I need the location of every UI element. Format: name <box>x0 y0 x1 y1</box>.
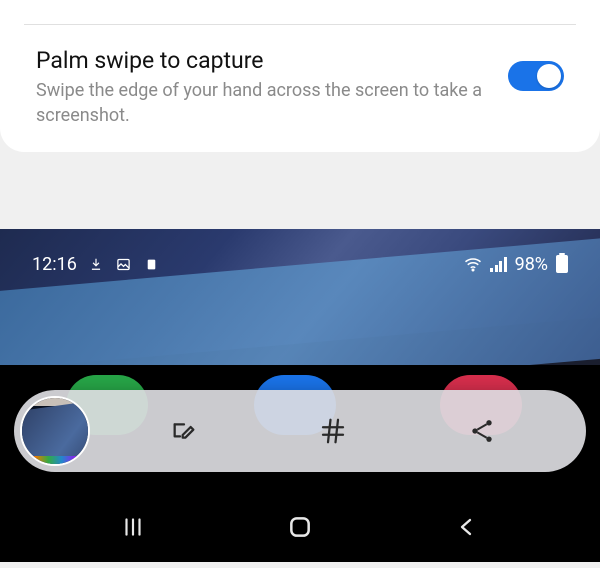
screenshot-toolbar: 01:42 <box>14 390 586 472</box>
download-icon <box>87 255 105 273</box>
toggle-knob <box>537 64 561 88</box>
recents-button[interactable] <box>103 507 163 547</box>
screenshot-thumbnail[interactable]: 01:42 <box>20 396 90 466</box>
battery-percent: 98% <box>515 254 548 275</box>
palm-swipe-toggle[interactable] <box>508 61 564 91</box>
wifi-icon <box>464 255 482 273</box>
battery-icon <box>556 255 568 273</box>
divider <box>24 24 576 25</box>
setting-description: Swipe the edge of your hand across the s… <box>36 78 492 128</box>
share-button[interactable] <box>462 411 502 451</box>
status-time: 12:16 <box>32 254 77 275</box>
setting-title: Palm swipe to capture <box>36 47 492 74</box>
tag-button[interactable] <box>313 411 353 451</box>
setting-text-block: Palm swipe to capture Swipe the edge of … <box>36 47 492 128</box>
navigation-bar <box>0 492 600 562</box>
home-button[interactable] <box>270 507 330 547</box>
status-bar: 12:16 98% <box>0 249 600 279</box>
back-button[interactable] <box>437 507 497 547</box>
app-icon <box>143 255 161 273</box>
edit-button[interactable] <box>164 411 204 451</box>
previous-setting-desc-fragment: face down. <box>12 0 588 2</box>
settings-card: face down. Palm swipe to capture Swipe t… <box>0 0 600 152</box>
phone-home-screen: 12:16 98% 01:42 <box>0 229 600 562</box>
setting-palm-swipe[interactable]: Palm swipe to capture Swipe the edge of … <box>12 47 588 128</box>
signal-icon <box>490 257 507 272</box>
picture-icon <box>115 255 133 273</box>
